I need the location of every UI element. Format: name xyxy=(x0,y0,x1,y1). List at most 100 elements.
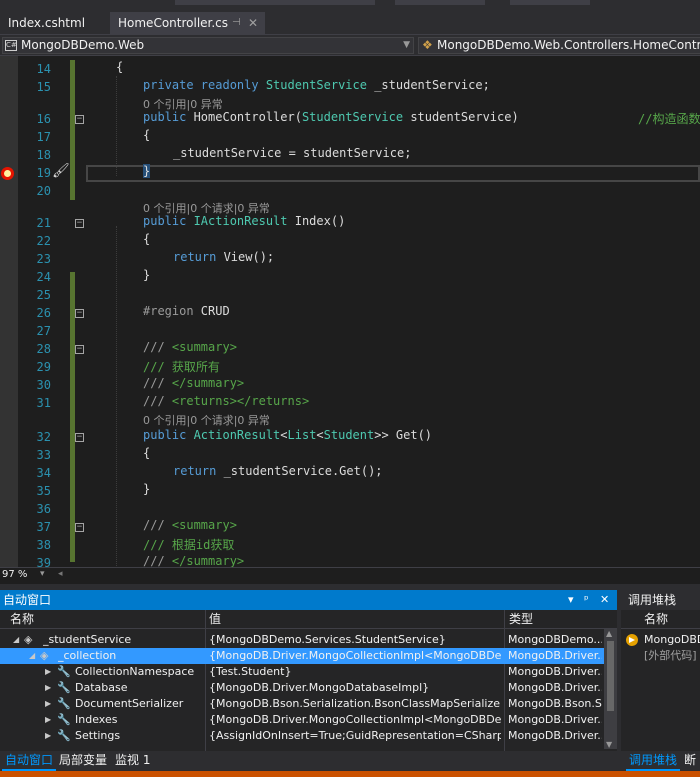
scroll-left-icon[interactable]: ◂ xyxy=(58,569,63,579)
status-bar xyxy=(0,771,700,777)
code-line: private readonly StudentService _student… xyxy=(143,78,490,92)
glyph-margin[interactable] xyxy=(0,56,18,567)
close-icon[interactable]: ✕ xyxy=(248,12,258,34)
code-line: _studentService = studentService; xyxy=(173,146,412,160)
indent-guide xyxy=(116,76,117,176)
column-value[interactable]: 值 xyxy=(205,610,221,629)
var-value: {MongoDB.Driver.MongoDatabaseImpl} xyxy=(209,681,430,694)
column-type[interactable]: 类型 xyxy=(505,610,533,629)
code-comment: //构造函数 xyxy=(638,112,700,126)
toolbar-remnant xyxy=(510,0,590,5)
wrench-icon: 🔧 xyxy=(57,681,71,694)
var-value: {MongoDBDemo.Services.StudentService} xyxy=(209,633,446,646)
line-number: 39 xyxy=(36,556,51,567)
expand-icon[interactable]: ▶ xyxy=(45,696,51,712)
autos-row[interactable]: ▶ 🔧 DocumentSerializer {MongoDB.Bson.Ser… xyxy=(0,696,604,712)
fold-toggle[interactable]: − xyxy=(75,115,84,124)
fold-toggle[interactable]: − xyxy=(75,219,84,228)
project-dropdown[interactable]: C# MongoDBDemo.Web ▼ xyxy=(2,37,414,54)
code-line: #region CRUD xyxy=(143,304,230,318)
tab-autos[interactable]: 自动窗口 xyxy=(2,751,57,771)
line-number: 32 xyxy=(36,430,51,444)
tab-locals[interactable]: 局部变量 xyxy=(56,751,110,771)
line-number: 15 xyxy=(36,80,51,94)
scroll-up-icon[interactable]: ▲ xyxy=(606,629,612,638)
line-number: 19 xyxy=(36,166,51,180)
expand-icon[interactable]: ▶ xyxy=(45,728,51,744)
code-line: /// </summary> xyxy=(143,376,245,390)
wrench-icon: 🔧 xyxy=(57,697,71,710)
var-name: Indexes xyxy=(75,713,118,726)
quick-actions-brush-icon[interactable]: 🖌 xyxy=(52,163,70,179)
code-line: public IActionResult Index() xyxy=(143,214,346,228)
tab-watch-1[interactable]: 监视 1 xyxy=(112,751,153,771)
var-name: DocumentSerializer xyxy=(75,697,184,710)
tab-index-cshtml[interactable]: Index.cshtml xyxy=(0,12,108,34)
code-line: public HomeController(StudentService stu… xyxy=(143,110,519,124)
var-value: {MongoDB.Driver.MongoCollectionImpl<Mong… xyxy=(209,649,501,662)
code-line: } xyxy=(143,268,151,282)
line-number: 26 xyxy=(36,306,51,320)
call-stack-row[interactable]: [外部代码] xyxy=(621,648,700,664)
var-name: CollectionNamespace xyxy=(75,665,195,678)
autos-row[interactable]: ▶ 🔧 CollectionNamespace {Test.Student} M… xyxy=(0,664,604,680)
expand-icon[interactable]: ◢ xyxy=(13,632,19,648)
var-value: {MongoDB.Bson.Serialization.BsonClassMap… xyxy=(209,697,501,710)
autos-title-bar: 自动窗口 ▾ ᵖ ✕ xyxy=(0,590,617,610)
var-type: MongoDB.Bson.S... xyxy=(508,697,602,710)
code-line: return View(); xyxy=(173,250,275,264)
var-type: MongoDBDemo.... xyxy=(508,633,602,646)
cs-project-icon: C# xyxy=(5,40,17,51)
expand-icon[interactable]: ▶ xyxy=(45,680,51,696)
tab-call-stack[interactable]: 调用堆栈 xyxy=(626,751,681,771)
fold-toggle[interactable]: − xyxy=(75,433,84,442)
tab-homecontroller-cs[interactable]: HomeController.cs ⊣ ✕ xyxy=(110,12,265,34)
line-number: 17 xyxy=(36,130,51,144)
expand-icon[interactable]: ▶ xyxy=(45,664,51,680)
autos-row[interactable]: ▶ 🔧 Indexes {MongoDB.Driver.MongoCollect… xyxy=(0,712,604,728)
expand-icon[interactable]: ▶ xyxy=(45,712,51,728)
column-name[interactable]: 名称 xyxy=(644,610,668,629)
autos-row[interactable]: ◢ ◈ _collection {MongoDB.Driver.MongoCol… xyxy=(0,648,604,664)
fold-toggle[interactable]: − xyxy=(75,309,84,318)
line-number: 21 xyxy=(36,216,51,230)
frame-name: MongoDBD xyxy=(644,633,700,646)
line-number: 20 xyxy=(36,184,51,198)
current-frame-icon xyxy=(626,634,638,646)
call-stack-header: 名称 xyxy=(621,610,700,629)
indent-guide xyxy=(116,226,117,566)
autos-row[interactable]: ▶ 🔧 Settings {AssignIdOnInsert=True;Guid… xyxy=(0,728,604,744)
chevron-down-icon[interactable]: ▾ xyxy=(40,569,45,579)
line-number: 22 xyxy=(36,234,51,248)
scroll-down-icon[interactable]: ▼ xyxy=(606,740,612,749)
var-type: MongoDB.Driver.... xyxy=(508,681,602,694)
breakpoint-icon[interactable] xyxy=(1,167,14,180)
class-dropdown[interactable]: ❖ MongoDBDemo.Web.Controllers.HomeContro… xyxy=(418,37,700,54)
pin-icon[interactable]: ᵖ xyxy=(584,590,589,610)
call-stack-row[interactable]: MongoDBD xyxy=(621,632,700,648)
tab-breakpoints[interactable]: 断 xyxy=(681,751,699,771)
pin-icon[interactable]: ⊣ xyxy=(232,12,241,34)
fold-toggle[interactable]: − xyxy=(75,345,84,354)
expand-icon[interactable]: ◢ xyxy=(29,648,35,664)
line-number: 28 xyxy=(36,342,51,356)
line-number: 38 xyxy=(36,538,51,552)
line-number: 30 xyxy=(36,378,51,392)
autos-row[interactable]: ◢ ◈ _studentService {MongoDBDemo.Service… xyxy=(0,632,604,648)
scroll-thumb[interactable] xyxy=(607,641,614,711)
dropdown-icon[interactable]: ▾ xyxy=(568,590,574,610)
fold-toggle[interactable]: − xyxy=(75,523,84,532)
close-icon[interactable]: ✕ xyxy=(600,590,609,610)
zoom-level[interactable]: 97 % xyxy=(2,569,27,580)
code-line: /// <summary> xyxy=(143,518,237,532)
wrench-icon: 🔧 xyxy=(57,729,71,742)
class-icon: ❖ xyxy=(422,38,433,52)
code-editor[interactable]: 🖌 14 15 16 17 18 19 20 21 22 23 24 25 26… xyxy=(0,56,700,567)
autos-row[interactable]: ▶ 🔧 Database {MongoDB.Driver.MongoDataba… xyxy=(0,680,604,696)
codelens-get[interactable]: 0 个引用|0 个请求|0 异常 xyxy=(143,412,270,428)
column-name[interactable]: 名称 xyxy=(6,610,34,629)
var-value: {Test.Student} xyxy=(209,665,292,678)
code-line: { xyxy=(143,446,151,460)
vertical-scrollbar[interactable]: ▲ ▼ xyxy=(604,629,617,749)
editor-zoom-bar: 97 % ▾ ◂ xyxy=(0,567,700,584)
